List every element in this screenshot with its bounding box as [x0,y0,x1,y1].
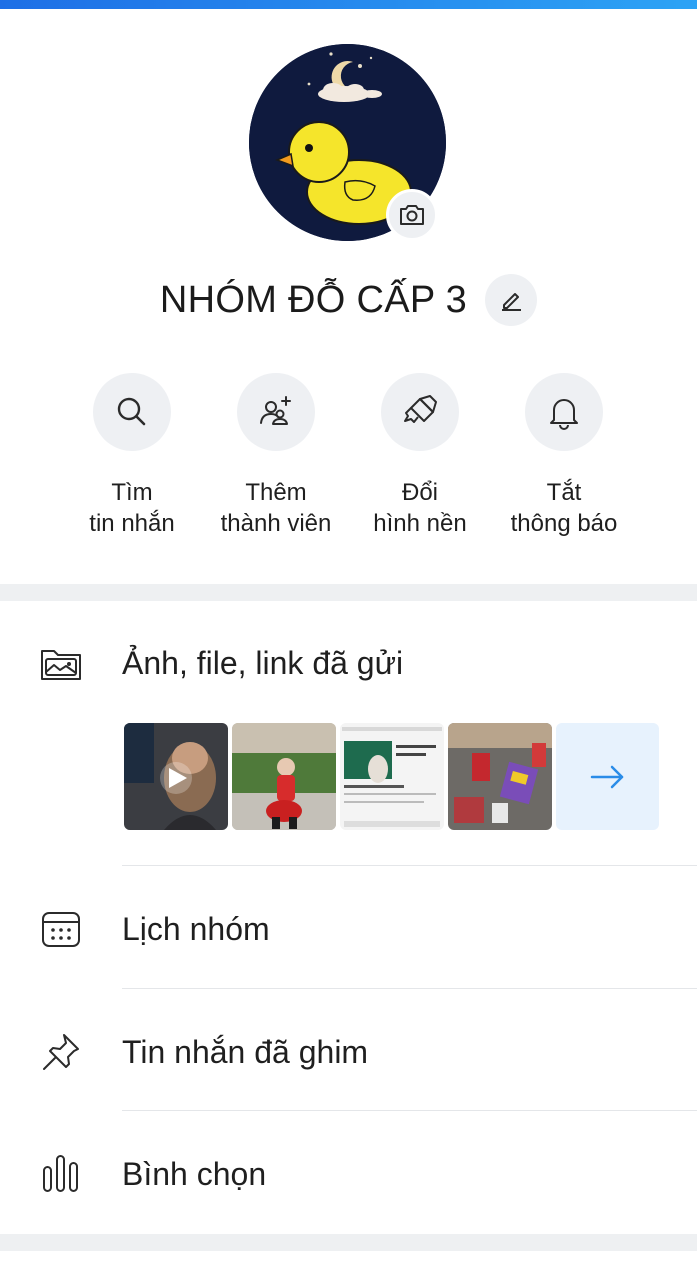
pinned-messages-row[interactable]: Tin nhắn đã ghim [0,1013,697,1091]
change-background-button[interactable]: Đổi hình nền [345,373,495,539]
mute-notifications-circle[interactable] [525,373,603,451]
group-name-row: NHÓM ĐỖ CẤP 3 [0,272,697,328]
list-divider [122,865,697,866]
group-calendar-label: Lịch nhóm [122,910,270,947]
thumbnail-screenshot[interactable] [340,723,444,830]
pinned-messages-label: Tin nhắn đã ghim [122,1033,369,1070]
paintbrush-icon [404,395,437,423]
media-files-links-label: Ảnh, file, link đã gửi [122,644,404,681]
gallery-folder-icon [38,640,84,686]
quick-actions: Tìm tin nhắn Thêm thành viên Đổi hình nề… [0,373,697,553]
arrow-right-icon [590,765,623,788]
thumbnail-photo-child[interactable] [232,723,336,830]
group-name-text: NHÓM ĐỖ CẤP 3 [159,278,468,321]
mute-notifications-label-line1: Tắt [546,479,582,506]
media-files-links-row[interactable]: Ảnh, file, link đã gửi [0,630,697,696]
add-member-label: Thêm thành viên [221,477,332,539]
search-messages-label-line1: Tìm [111,479,153,506]
add-member-label-line1: Thêm [245,479,307,506]
change-background-label: Đổi hình nền [373,477,466,539]
top-accent-bar [0,0,697,9]
view-all-media-button[interactable] [556,723,659,830]
mute-notifications-button[interactable]: Tắt thông báo [489,373,639,539]
mute-notifications-label: Tắt thông báo [511,477,618,539]
change-background-label-line2: hình nền [373,510,467,537]
add-member-label-line2: thành viên [220,510,332,537]
calendar-icon [38,906,84,952]
search-messages-label-line2: tin nhắn [89,510,175,537]
section-divider [0,1234,697,1251]
bell-icon [550,399,578,430]
add-member-button[interactable]: Thêm thành viên [201,373,351,539]
section-divider [0,584,697,601]
search-messages-circle[interactable] [93,373,171,451]
camera-icon [400,205,424,225]
pencil-icon [502,293,522,311]
thumbnail-video[interactable] [124,723,228,830]
search-messages-label: Tìm tin nhắn [89,477,174,539]
edit-name-button[interactable] [485,274,538,326]
thumbnail-photo-snacks[interactable] [448,723,552,830]
poll-icon [38,1151,84,1197]
media-thumbnails [124,723,659,830]
search-icon [117,397,146,426]
poll-label: Bình chọn [122,1155,267,1192]
group-calendar-row[interactable]: Lịch nhóm [0,890,697,968]
add-member-circle[interactable] [237,373,315,451]
list-divider [122,988,697,989]
change-background-circle[interactable] [381,373,459,451]
search-messages-button[interactable]: Tìm tin nhắn [57,373,207,539]
change-avatar-button[interactable] [386,189,438,241]
poll-row[interactable]: Bình chọn [0,1135,697,1213]
change-background-label-line1: Đổi [401,479,438,506]
pin-icon [38,1029,84,1075]
list-divider [122,1110,697,1111]
mute-notifications-label-line2: thông báo [510,510,618,537]
add-member-icon [260,396,291,425]
